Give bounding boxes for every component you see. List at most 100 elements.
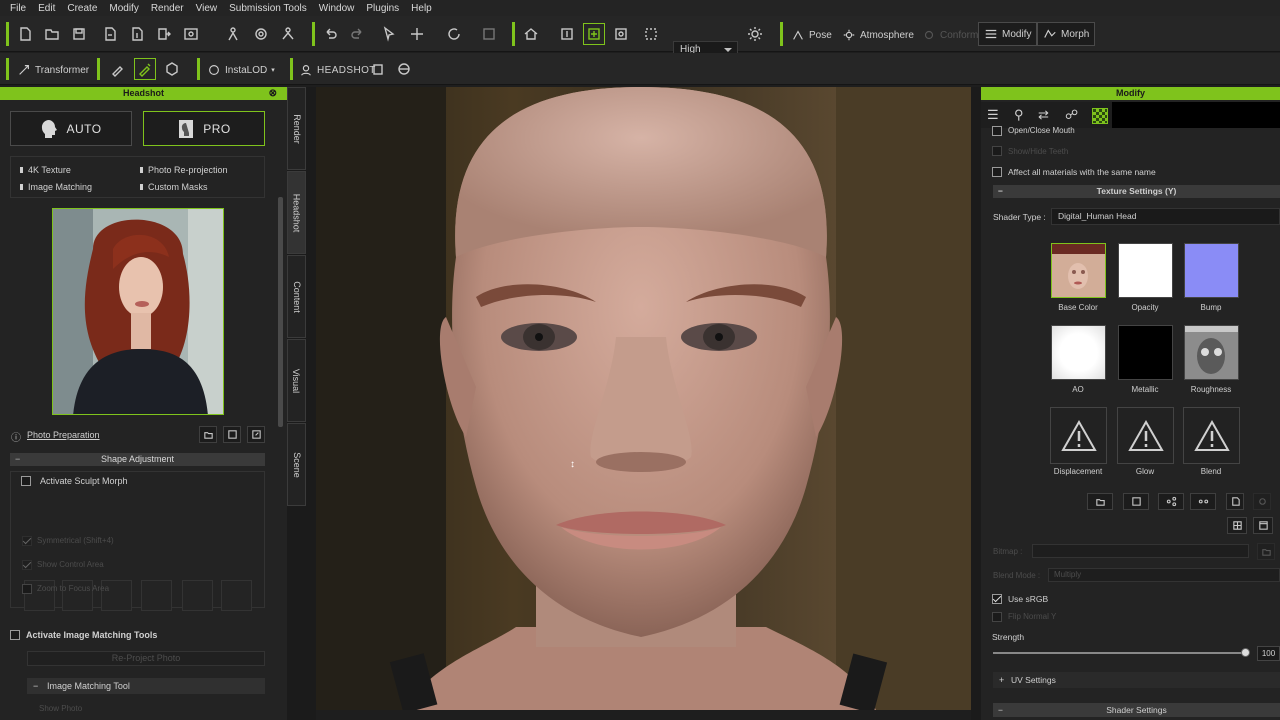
activate-sculpt-checkbox[interactable] [21,476,31,486]
save-photo-icon[interactable] [223,426,241,443]
shape-adjustment-header[interactable]: − Shape Adjustment [10,453,265,466]
send-icon[interactable] [153,23,175,45]
tab-headshot[interactable]: Headshot [287,171,306,254]
save-texture-icon[interactable] [1123,493,1149,510]
reproject-photo-button[interactable]: Re-Project Photo [27,651,265,666]
menu-file[interactable]: File [4,3,32,14]
metallic-texture[interactable] [1118,325,1173,380]
menu-plugins[interactable]: Plugins [360,3,405,14]
move-icon[interactable] [406,23,428,45]
toolbar-grip[interactable] [290,58,293,80]
sculpt-icon[interactable] [134,58,156,80]
sculpt-ear-button[interactable] [221,580,252,611]
mesh-icon[interactable] [161,58,183,80]
redo-icon[interactable] [346,23,368,45]
menu-view[interactable]: View [190,3,224,14]
morph-tab-icon[interactable]: ☍ [1065,107,1078,123]
roughness-texture[interactable] [1184,325,1239,380]
share-texture-icon[interactable] [1158,493,1184,510]
show-control-area-checkbox[interactable] [22,560,32,570]
material-checker-icon[interactable] [1092,108,1108,124]
shader-settings-header[interactable]: − Shader Settings [993,703,1280,717]
home-camera-icon[interactable] [520,23,542,45]
save-icon[interactable] [68,23,90,45]
morph-button[interactable]: Morph [1037,22,1096,46]
strength-value-field[interactable]: 100 [1257,646,1280,661]
toolbar-grip[interactable] [197,58,200,80]
close-icon[interactable]: ⊗ [269,87,277,100]
undo-icon[interactable] [320,23,342,45]
light-icon[interactable] [744,23,766,45]
refresh-texture-icon[interactable] [1253,493,1271,510]
toolbar-grip[interactable] [97,58,100,80]
source-photo[interactable] [52,208,224,415]
pose-icon[interactable] [277,23,299,45]
bump-texture[interactable] [1184,243,1239,298]
menu-help[interactable]: Help [405,3,438,14]
export-photo-icon[interactable] [247,426,265,443]
toolbar-grip[interactable] [780,22,783,46]
export-icon[interactable] [126,23,148,45]
menu-modify[interactable]: Modify [103,3,144,14]
toolbar-grip[interactable] [6,22,9,46]
frame-selected-icon[interactable] [583,23,605,45]
blend-texture[interactable] [1183,407,1240,464]
modify-button[interactable]: Modify [978,22,1038,46]
load-texture-icon[interactable] [1087,493,1113,510]
splitter[interactable] [971,87,981,720]
window-icon[interactable] [1253,517,1273,534]
toolbar-grip[interactable] [312,22,315,46]
shader-type-select[interactable]: Digital_Human Head [1051,208,1280,225]
menu-create[interactable]: Create [61,3,103,14]
new-file-icon[interactable] [14,23,36,45]
sliders-icon[interactable]: ☰ [987,107,999,123]
target-icon[interactable] [250,23,272,45]
sculpt-mouth-button[interactable] [182,580,213,611]
copy-icon[interactable] [367,58,389,80]
auto-mode-button[interactable]: AUTO [10,111,132,146]
photo-preparation-link[interactable]: Photo Preparation [27,430,100,440]
base-color-texture[interactable] [1051,243,1106,298]
browse-bitmap-icon[interactable] [1257,543,1275,560]
zoom-focus-checkbox[interactable] [22,584,32,594]
opacity-texture[interactable] [1118,243,1173,298]
toolbar-grip[interactable] [6,58,9,80]
tab-scene[interactable]: Scene [287,423,306,506]
sculpt-nose-button[interactable] [141,580,172,611]
texture-settings-header[interactable]: − Texture Settings (Y) [993,185,1280,198]
tab-visual[interactable]: Visual [287,339,306,422]
open-close-mouth-checkbox[interactable] [992,126,1002,136]
affect-all-materials-checkbox[interactable] [992,167,1002,177]
render-icon[interactable] [180,23,202,45]
image-matching-tool-header[interactable]: − Image Matching Tool [27,678,265,694]
flip-normal-checkbox[interactable] [992,612,1002,622]
menu-submission-tools[interactable]: Submission Tools [223,3,313,14]
3d-viewport[interactable]: ↕ [316,87,971,710]
menu-window[interactable]: Window [313,3,361,14]
left-panel-scrollbar[interactable] [278,197,283,427]
ao-texture[interactable] [1051,325,1106,380]
motion-icon[interactable]: ⚲ [1014,107,1024,123]
grid-icon[interactable] [1227,517,1247,534]
open-folder-icon[interactable] [41,23,63,45]
conform-button[interactable]: Conform [922,28,978,42]
splitter[interactable] [306,87,316,720]
tab-render[interactable]: Render [287,87,306,170]
zoom-fit-icon[interactable] [556,23,578,45]
load-photo-icon[interactable] [199,426,217,443]
character-icon[interactable] [222,23,244,45]
uv-settings-header[interactable]: + UV Settings [993,672,1280,688]
menu-edit[interactable]: Edit [32,3,61,14]
glow-texture[interactable] [1117,407,1174,464]
viewport-options-icon[interactable] [640,23,662,45]
transformer-button[interactable]: Transformer [17,63,89,77]
strength-slider-track[interactable] [993,652,1246,654]
tab-content[interactable]: Content [287,255,306,338]
bitmap-field[interactable] [1032,544,1249,558]
select-arrow-icon[interactable] [378,23,400,45]
pro-mode-button[interactable]: PRO [143,111,265,146]
head-mesh-icon[interactable] [393,58,415,80]
brush-icon[interactable] [107,58,129,80]
instalod-menu[interactable]: InstaLOD ▾ [207,63,275,77]
use-srgb-checkbox[interactable] [992,594,1002,604]
